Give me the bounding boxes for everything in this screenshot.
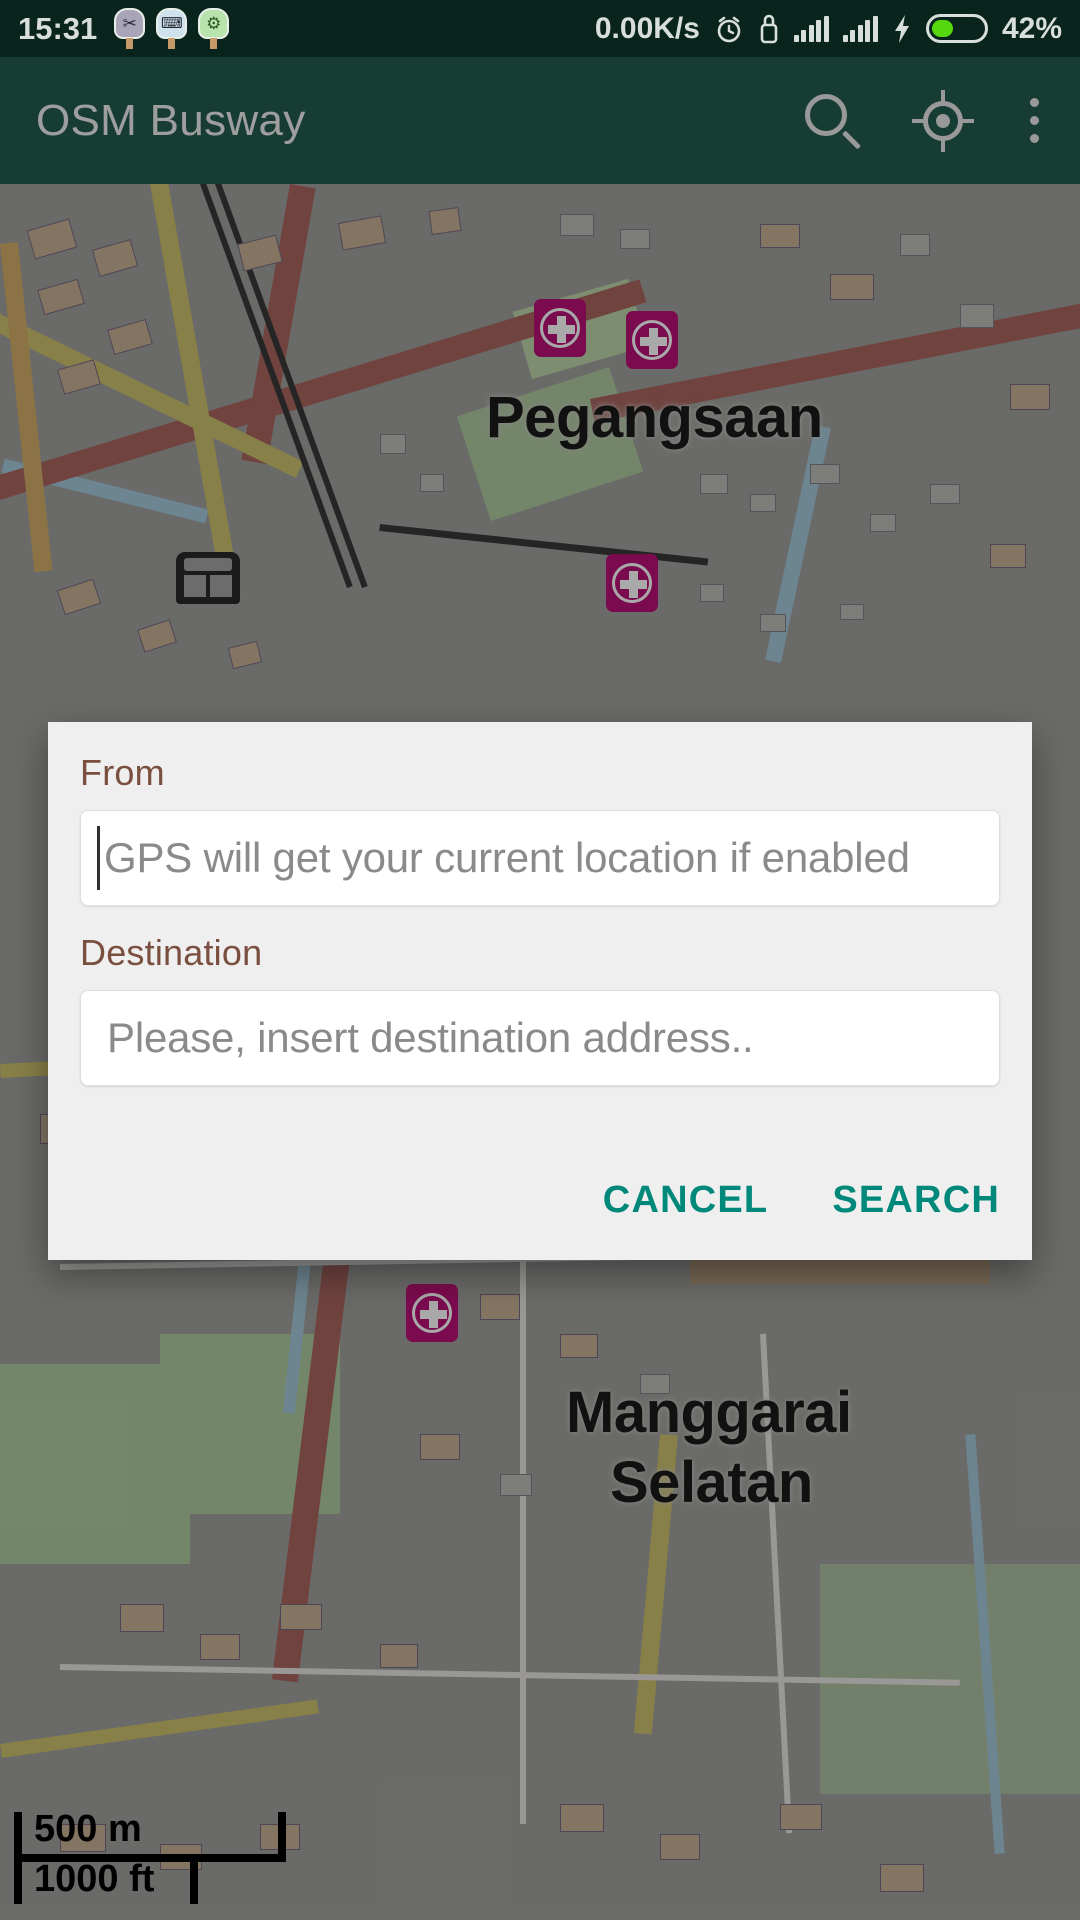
from-input-placeholder: GPS will get your current location if en… xyxy=(104,834,910,881)
scale-imperial-label: 1000 ft xyxy=(34,1858,155,1900)
bus-station-marker[interactable] xyxy=(176,552,240,604)
map-place-label: Manggarai xyxy=(566,1380,852,1445)
destination-field-label: Destination xyxy=(80,932,263,973)
map-place-label: Pegangsaan xyxy=(486,385,823,450)
hospital-marker[interactable] xyxy=(534,299,586,357)
destination-input-placeholder: Please, insert destination address.. xyxy=(107,1014,754,1061)
page-title: OSM Busway xyxy=(36,95,306,145)
search-button[interactable]: SEARCH xyxy=(832,1179,1000,1222)
scale-metric-label: 500 m xyxy=(34,1808,142,1850)
map-scale-bar: 500 m 1000 ft xyxy=(14,1802,286,1912)
text-caret xyxy=(97,826,100,890)
status-bar: 15:31 ✂ ⌨ ⚙ 0.00K/s 42% xyxy=(0,0,1080,57)
from-input[interactable]: GPS will get your current location if en… xyxy=(80,810,1000,906)
status-clock: 15:31 xyxy=(18,10,98,46)
destination-input[interactable]: Please, insert destination address.. xyxy=(80,990,1000,1086)
cancel-button[interactable]: CANCEL xyxy=(603,1179,769,1222)
network-speed-text: 0.00K/s xyxy=(594,11,700,45)
hospital-marker[interactable] xyxy=(606,554,658,612)
signal-bars-sim2-icon xyxy=(842,15,878,42)
battery-icon xyxy=(925,14,988,43)
from-field-label: From xyxy=(80,752,165,793)
notification-icons: ✂ ⌨ ⚙ xyxy=(114,8,230,49)
battery-percent-text: 42% xyxy=(1001,11,1062,45)
app-bar-actions xyxy=(800,89,1044,152)
android-popsicle-icon: ⚙ xyxy=(198,8,230,49)
status-indicators: 0.00K/s 42% xyxy=(595,12,1062,46)
search-icon[interactable] xyxy=(800,90,862,152)
usb-lock-icon xyxy=(758,14,780,44)
dialog-actions: CANCEL SEARCH xyxy=(603,1179,1000,1222)
battery-fill xyxy=(931,20,953,37)
signal-bars-sim1-icon xyxy=(793,15,829,42)
hospital-marker[interactable] xyxy=(406,1284,458,1342)
map-secondary-road xyxy=(0,1699,319,1758)
alarm-clock-icon xyxy=(714,14,744,44)
app-bar: OSM Busway xyxy=(0,57,1080,184)
scissors-popsicle-icon: ✂ xyxy=(114,8,146,49)
keyboard-popsicle-icon: ⌨ xyxy=(156,8,188,49)
my-location-icon[interactable] xyxy=(912,89,974,152)
charging-bolt-icon xyxy=(892,14,912,44)
map-place-label: Selatan xyxy=(610,1450,813,1515)
overflow-menu-icon[interactable] xyxy=(1024,90,1044,152)
route-search-dialog: From GPS will get your current location … xyxy=(48,722,1032,1260)
map-railway xyxy=(379,524,709,566)
hospital-marker[interactable] xyxy=(626,311,678,369)
